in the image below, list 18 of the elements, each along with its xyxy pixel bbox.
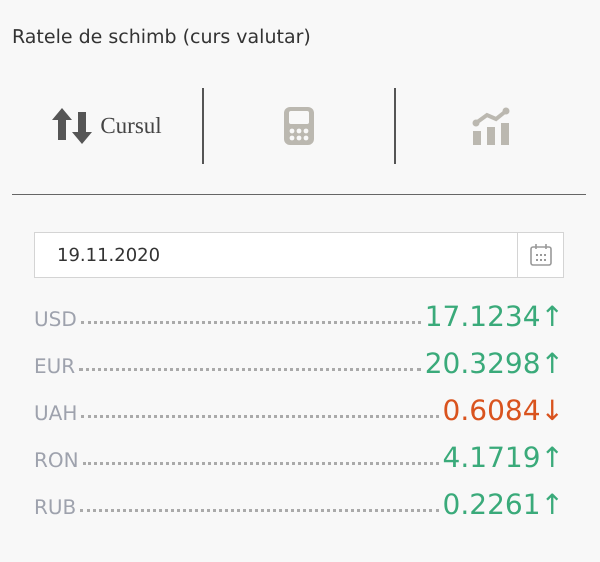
calculator-icon [284,107,314,145]
chart-icon [472,107,510,145]
exchange-rate: 0.6084↓ [442,394,564,427]
tab[interactable]: Cursul [12,88,202,164]
currency-code: RON [34,448,79,472]
date-field[interactable]: 19.11.2020 [34,232,517,278]
currency-code: UAH [34,401,78,425]
exchange-rate: 0.2261↑ [442,488,564,521]
calendar-button[interactable] [517,232,564,278]
currency-code: RUB [34,495,76,519]
exchange-rate: 17.1234↑ [424,300,564,333]
calendar-icon [528,243,552,267]
exchange-rate: 20.3298↑ [424,347,564,380]
up-down-arrows-icon [52,108,92,144]
exchange-rate: 4.1719↑ [442,441,564,474]
currency-code: EUR [34,354,76,378]
currency-code: USD [34,307,77,331]
panel-title: Ratele de schimb (curs valutar) [12,26,312,48]
